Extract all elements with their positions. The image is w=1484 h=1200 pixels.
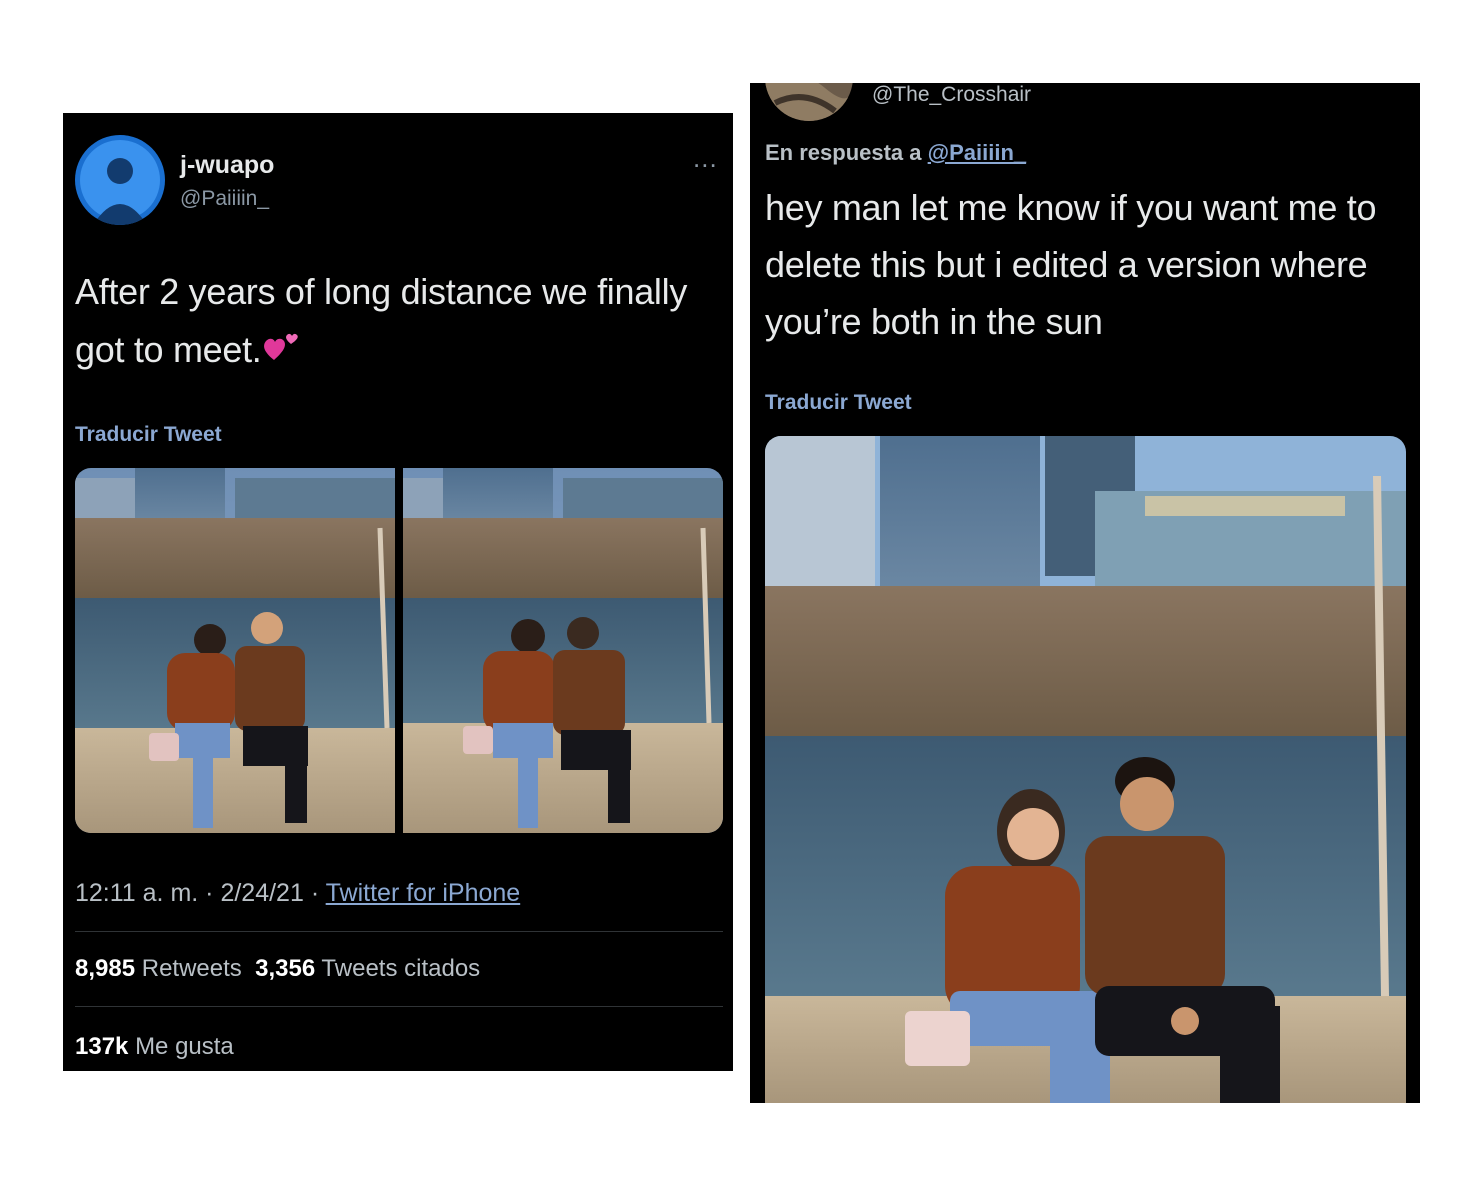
engagement-stats: 8,985 Retweets 3,356 Tweets citados [75, 955, 480, 983]
translate-tweet-link[interactable]: Traducir Tweet [75, 423, 222, 447]
likes-count: 137k [75, 1033, 129, 1060]
likes-label: Me gusta [135, 1033, 234, 1060]
user-handle[interactable]: @The_Crosshair [872, 83, 1031, 107]
tweet-photo[interactable] [75, 468, 395, 833]
avatar[interactable] [75, 135, 165, 225]
likes-stat[interactable]: 137k Me gusta [75, 1033, 234, 1061]
quotes-count: 3,356 [255, 955, 316, 982]
divider [75, 1006, 723, 1007]
tweet-source-link[interactable]: Twitter for iPhone [326, 879, 521, 907]
tweet-text-line: hey man let me know if you want me to [765, 187, 1377, 228]
reply-handle-link[interactable]: @Paiiiin_ [928, 140, 1026, 165]
reply-context: En respuesta a @Paiiiin_ [765, 140, 1026, 166]
display-name[interactable]: j-wuapo [180, 151, 274, 180]
tweet-text-line: got to meet. [75, 329, 262, 370]
tweet-text: After 2 years of long distance we finall… [75, 263, 687, 381]
tweet-text-line: delete this but i edited a version where [765, 244, 1368, 285]
user-handle[interactable]: @Paiiiin_ [180, 187, 269, 211]
quotes-label: Tweets citados [321, 955, 481, 982]
more-options-icon[interactable]: ... [693, 145, 718, 171]
original-tweet: j-wuapo @Paiiiin_ ... After 2 years of l… [63, 113, 733, 1071]
tweet-text-line: you’re both in the sun [765, 301, 1103, 342]
tweet-photo[interactable] [403, 468, 723, 833]
retweets-stat[interactable]: 8,985 Retweets [75, 955, 242, 982]
tweet-text-line: After 2 years of long distance we finall… [75, 271, 688, 312]
reply-tweet: @The_Crosshair En respuesta a @Paiiiin_ … [750, 83, 1420, 1103]
divider [75, 931, 723, 932]
tweet-text: hey man let me know if you want me to de… [765, 179, 1376, 350]
tweet-metadata: 12:11 a. m. · 2/24/21 · Twitter for iPho… [75, 879, 520, 908]
translate-tweet-link[interactable]: Traducir Tweet [765, 391, 912, 415]
reply-prefix: En respuesta a [765, 140, 922, 165]
tweet-time: 12:11 a. m. [75, 879, 199, 907]
retweets-count: 8,985 [75, 955, 136, 982]
quote-tweets-stat[interactable]: 3,356 Tweets citados [255, 955, 480, 982]
meta-separator: · [205, 879, 214, 907]
meta-separator: · [310, 879, 320, 907]
tweet-date: 2/24/21 [220, 879, 304, 907]
avatar[interactable] [765, 83, 853, 121]
tweet-photo[interactable] [765, 436, 1406, 1103]
two-hearts-icon [262, 323, 302, 381]
retweets-label: Retweets [141, 955, 242, 982]
